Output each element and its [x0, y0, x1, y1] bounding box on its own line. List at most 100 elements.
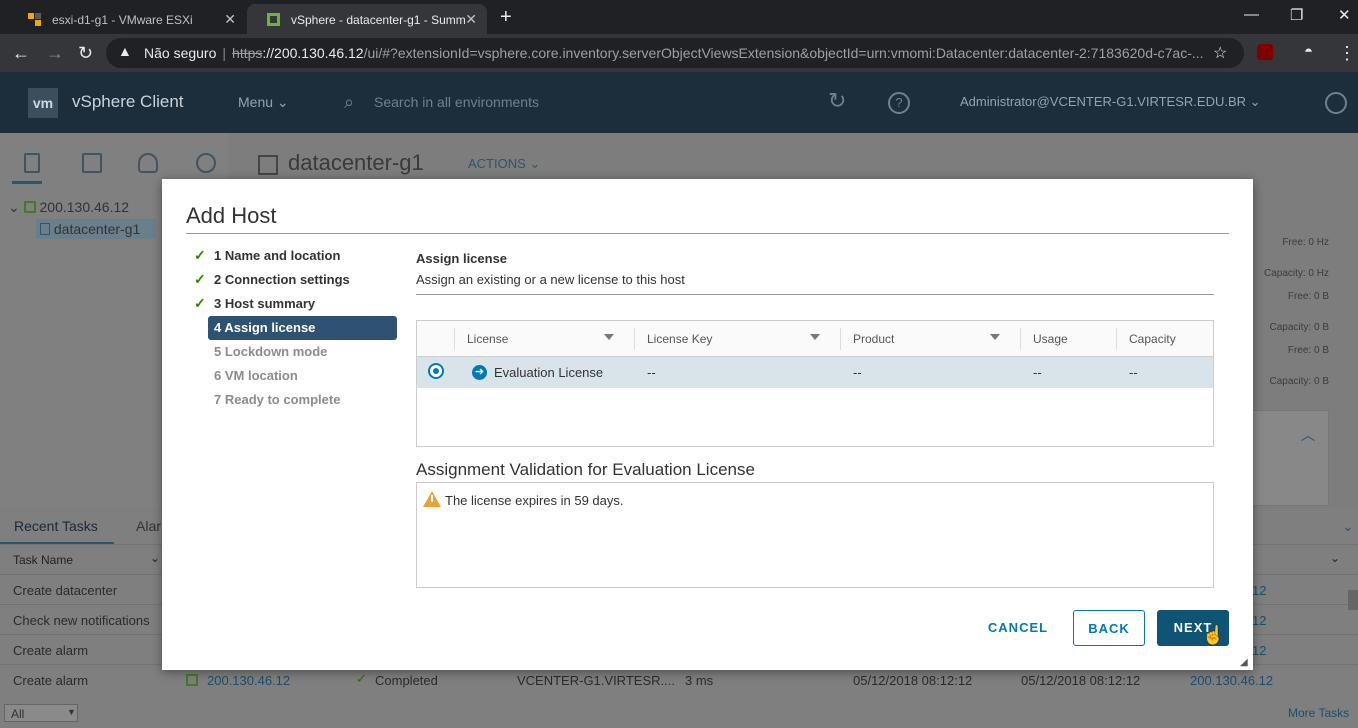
tasks-filter-select[interactable]: All ▼: [4, 704, 78, 722]
more-tasks-link[interactable]: More Tasks: [1288, 706, 1349, 720]
wizard-step-7: 7 Ready to complete: [214, 392, 341, 407]
check-icon: ✓: [194, 295, 206, 311]
cancel-button[interactable]: CANCEL: [980, 610, 1056, 646]
tree-item-datacenter[interactable]: datacenter-g1: [36, 219, 156, 239]
chevron-down-icon[interactable]: ⌄: [150, 551, 160, 565]
address-toolbar: ← → ↻ ▲ Não seguro | https://200.130.46.12…: [0, 34, 1358, 72]
bookmark-star-icon[interactable]: ☆: [1213, 43, 1227, 63]
divider: [416, 294, 1214, 295]
collapse-double-chevron-icon[interactable]: ⌄: [1342, 518, 1354, 535]
new-tab-button[interactable]: +: [500, 6, 512, 29]
wizard-step-6: 6 VM location: [214, 368, 298, 383]
section-subtitle: Assign an existing or a new license to t…: [416, 272, 685, 287]
filter-icon[interactable]: [604, 334, 614, 340]
minimize-icon[interactable]: —: [1244, 6, 1259, 23]
global-search-input[interactable]: Search in all environments: [374, 94, 539, 110]
column-license[interactable]: License: [467, 332, 508, 346]
column-capacity[interactable]: Capacity: [1129, 332, 1176, 346]
license-radio[interactable]: [428, 363, 444, 379]
feedback-smiley-icon[interactable]: [1325, 92, 1347, 114]
vmware-favicon-icon: [28, 13, 42, 26]
vms-templates-icon[interactable]: [82, 153, 102, 173]
menu-dropdown[interactable]: Menu ⌄: [238, 94, 289, 111]
host-icon: [186, 674, 198, 686]
insecure-label: Não seguro: [144, 45, 217, 61]
browser-tab-esxi[interactable]: esxi-d1-g1 - VMware ESXi ✕: [8, 4, 246, 34]
license-name: Evaluation License: [494, 365, 604, 380]
wizard-step-5: 5 Lockdown mode: [214, 344, 328, 359]
arrow-right-circle-icon: ➜: [472, 365, 487, 380]
wizard-step-4-active[interactable]: 4 Assign license: [208, 316, 397, 340]
tree-item-vcenter[interactable]: ⌄ 200.130.46.12: [8, 199, 129, 216]
grid-header: License License Key Product Usage Capaci…: [417, 321, 1213, 357]
chevron-down-icon[interactable]: ⌄: [1330, 551, 1340, 565]
validation-title: Assignment Validation for Evaluation Lic…: [416, 460, 755, 479]
refresh-icon[interactable]: ↻: [828, 88, 846, 114]
datacenter-icon: [258, 155, 278, 175]
actions-menu[interactable]: ACTIONS ⌄: [468, 156, 540, 172]
restore-icon[interactable]: ❐: [1290, 6, 1303, 24]
vsphere-header: vm vSphere Client Menu ⌄ ⌕ Search in all…: [0, 72, 1358, 133]
wizard-step-3[interactable]: 3 Host summary: [214, 296, 315, 311]
section-title: Assign license: [416, 251, 508, 266]
check-icon: ✓: [194, 247, 206, 263]
back-button[interactable]: BACK: [1073, 610, 1145, 646]
warning-triangle-icon: ▲: [118, 43, 132, 59]
incognito-icon[interactable]: ◓: [1304, 43, 1313, 60]
networking-icon[interactable]: [196, 153, 216, 173]
help-icon[interactable]: ?: [888, 92, 910, 114]
resize-handle-icon[interactable]: ◢: [1240, 657, 1248, 668]
add-host-dialog: Add Host ✓ 1 Name and location ✓ 2 Conne…: [162, 179, 1253, 670]
license-key: --: [647, 365, 656, 380]
divider: [186, 233, 1229, 234]
filter-icon[interactable]: [990, 334, 1000, 340]
url-host: ://200.130.46.12: [262, 45, 364, 61]
forward-arrow-icon[interactable]: →: [46, 43, 64, 64]
scrollbar[interactable]: [1348, 590, 1358, 610]
validation-message: The license expires in 59 days.: [445, 493, 624, 508]
dialog-title: Add Host: [186, 203, 277, 228]
filter-icon[interactable]: [810, 334, 820, 340]
close-tab-icon[interactable]: ✕: [465, 11, 477, 28]
page-title: datacenter-g1: [288, 150, 424, 175]
table-row[interactable]: ➜ Evaluation License -- -- -- --: [417, 357, 1213, 388]
check-icon: ✓: [356, 671, 367, 686]
reload-icon[interactable]: ↻: [78, 43, 93, 64]
browser-menu-icon[interactable]: ⋮: [1338, 43, 1356, 64]
url-bar[interactable]: ▲ Não seguro | https://200.130.46.12/ui/#?…: [106, 38, 1244, 68]
user-menu[interactable]: Administrator@VCENTER-G1.VIRTESR.EDU.BR …: [960, 94, 1261, 110]
vsphere-favicon-icon: [267, 13, 281, 26]
tab-alarms[interactable]: Alar: [136, 518, 161, 534]
column-license-key[interactable]: License Key: [647, 332, 712, 346]
hosts-clusters-icon[interactable]: [24, 153, 40, 173]
url-scheme: https: [232, 45, 263, 61]
url-rest: /ui/#?extensionId=vsphere.core.inventory…: [363, 45, 1204, 61]
ublock-extension-icon[interactable]: [1257, 44, 1273, 60]
search-icon: ⌕: [344, 92, 355, 112]
warning-icon: [423, 491, 441, 507]
license-usage: --: [1033, 365, 1042, 380]
wizard-step-1[interactable]: 1 Name and location: [214, 248, 340, 263]
storage-icon[interactable]: [138, 153, 158, 173]
app-title: vSphere Client: [72, 92, 184, 111]
license-product: --: [853, 365, 862, 380]
close-tab-icon[interactable]: ✕: [224, 11, 236, 28]
window-close-icon[interactable]: ✕: [1338, 6, 1351, 24]
chevron-down-icon: ⌄: [276, 94, 289, 110]
tab-title: vSphere - datacenter-g1 - Summ: [291, 13, 466, 27]
chevron-up-icon[interactable]: ︿: [1301, 425, 1315, 445]
validation-box: The license expires in 59 days.: [416, 482, 1214, 588]
tab-recent-tasks[interactable]: Recent Tasks: [14, 518, 98, 534]
license-grid: License License Key Product Usage Capaci…: [416, 320, 1214, 447]
column-usage[interactable]: Usage: [1033, 332, 1068, 346]
back-arrow-icon[interactable]: ←: [12, 43, 30, 64]
mouse-pointer-icon: ☝: [1202, 625, 1225, 645]
column-product[interactable]: Product: [853, 332, 894, 346]
wizard-step-2[interactable]: 2 Connection settings: [214, 272, 350, 287]
tab-title: esxi-d1-g1 - VMware ESXi: [52, 13, 193, 27]
task-target-link[interactable]: 200.130.46.12: [207, 673, 290, 688]
browser-tab-bar: esxi-d1-g1 - VMware ESXi ✕ vSphere - dat…: [0, 0, 1358, 34]
browser-tab-vsphere[interactable]: vSphere - datacenter-g1 - Summ ✕: [247, 4, 487, 34]
vm-logo: vm: [28, 88, 58, 118]
check-icon: ✓: [194, 271, 206, 287]
